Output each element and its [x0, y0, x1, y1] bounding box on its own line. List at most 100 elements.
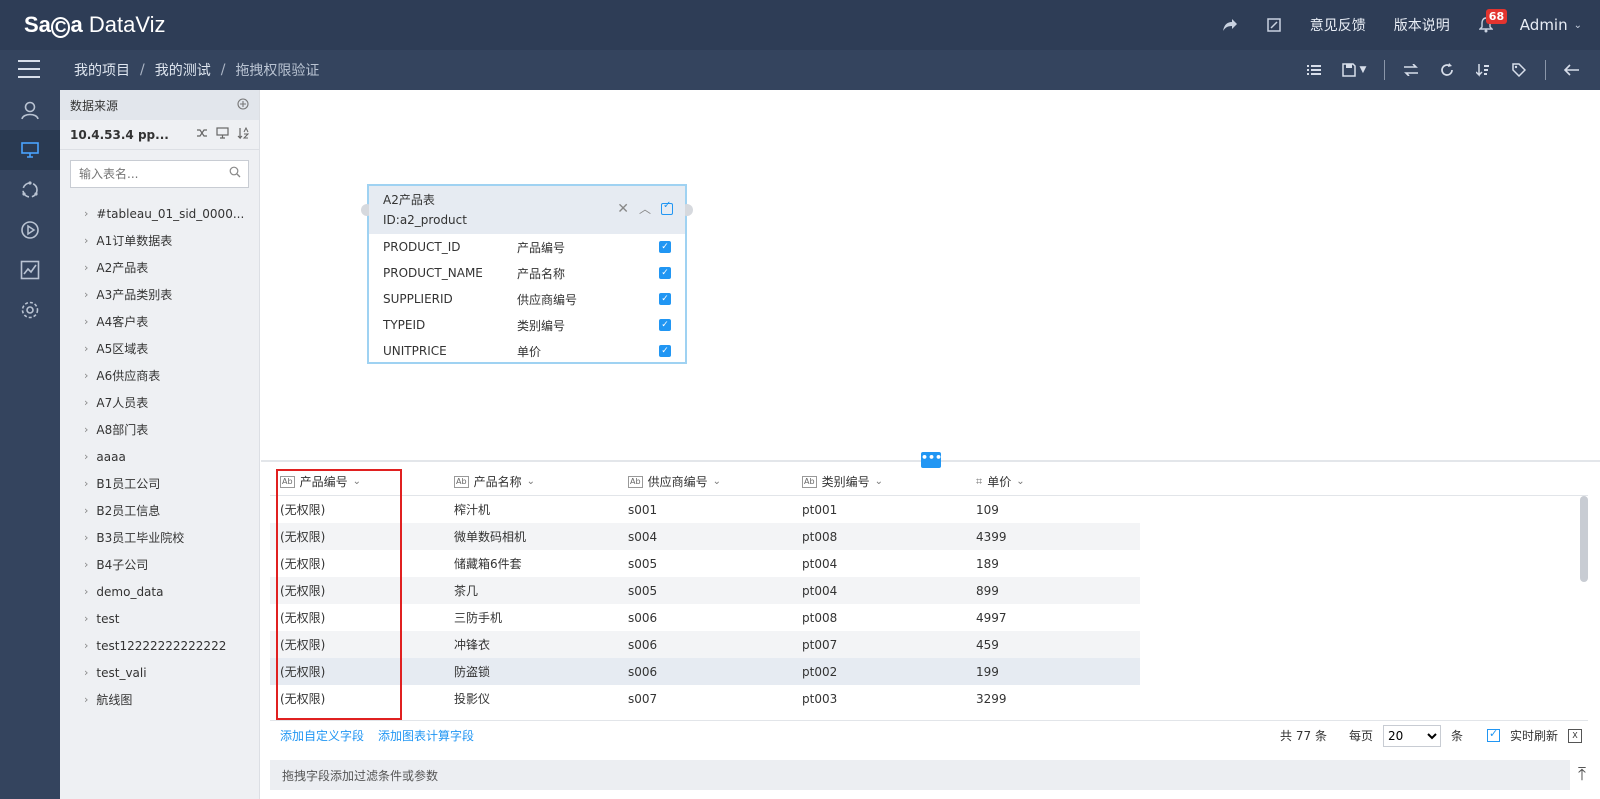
- monitor-icon[interactable]: [216, 127, 229, 142]
- cell: pt008: [802, 610, 838, 625]
- chevron-right-icon: ›: [84, 612, 89, 625]
- table-list-item[interactable]: › A7人员表: [60, 389, 259, 416]
- table-name: B3员工毕业院校: [96, 531, 185, 545]
- cell: 三防手机: [454, 611, 503, 625]
- field-checkbox[interactable]: ✓: [659, 345, 671, 357]
- model-canvas[interactable]: A2产品表 ID:a2_product ✕ ︿ PRODUCT_ID 产品编号 …: [261, 90, 1600, 460]
- table-list-item[interactable]: › test_vali: [60, 659, 259, 686]
- table-list-item[interactable]: › 航线图: [60, 686, 259, 713]
- breadcrumb-item-current: 拖拽权限验证: [235, 63, 320, 79]
- chevron-up-icon[interactable]: ︿: [639, 200, 651, 217]
- table-card[interactable]: A2产品表 ID:a2_product ✕ ︿ PRODUCT_ID 产品编号 …: [361, 184, 693, 364]
- nav-user-icon[interactable]: [0, 90, 60, 130]
- table-list-item[interactable]: › B2员工信息: [60, 497, 259, 524]
- nav-play-icon[interactable]: [0, 210, 60, 250]
- column-header[interactable]: ⌗ 单价 ⌄: [966, 473, 1140, 490]
- table-list-item[interactable]: › demo_data: [60, 578, 259, 605]
- field-checkbox[interactable]: ✓: [659, 241, 671, 253]
- text-type-icon: Ab: [454, 475, 469, 488]
- edit-icon[interactable]: [1252, 0, 1296, 50]
- save-icon[interactable]: ▼: [1332, 50, 1376, 90]
- per-page-select[interactable]: 20: [1382, 724, 1441, 747]
- cell: 189: [976, 556, 999, 571]
- sort-az-icon[interactable]: [237, 126, 250, 142]
- menu-icon[interactable]: [18, 60, 40, 80]
- nav-monitor-icon[interactable]: [0, 130, 60, 170]
- table-search-box: [70, 160, 249, 188]
- user-menu[interactable]: Admin ⌄: [1508, 16, 1600, 34]
- table-name: 航线图: [96, 693, 133, 707]
- search-icon[interactable]: [229, 166, 241, 182]
- swap-icon[interactable]: [1393, 50, 1429, 90]
- table-search-input[interactable]: [79, 167, 229, 181]
- notification-button[interactable]: 68: [1464, 0, 1508, 50]
- feedback-link[interactable]: 意见反馈: [1296, 15, 1380, 35]
- chevron-right-icon: ›: [84, 369, 89, 382]
- table-name: test_vali: [96, 665, 147, 680]
- nav-cycle-icon[interactable]: [0, 170, 60, 210]
- cell: s005: [628, 556, 658, 571]
- add-custom-field-link[interactable]: 添加自定义字段: [280, 727, 364, 744]
- column-header[interactable]: Ab 产品名称 ⌄: [444, 473, 618, 490]
- app-logo[interactable]: Sa Ca DataViz: [24, 12, 165, 38]
- user-name: Admin: [1519, 16, 1568, 34]
- table-name: B1员工公司: [96, 477, 161, 491]
- table-list-item[interactable]: › A4客户表: [60, 308, 259, 335]
- shuffle-icon[interactable]: [196, 127, 208, 142]
- table-list-item[interactable]: › B3员工毕业院校: [60, 524, 259, 551]
- table-list-item[interactable]: › B1员工公司: [60, 470, 259, 497]
- nav-settings-icon[interactable]: [0, 290, 60, 330]
- table-list-item[interactable]: › aaaa: [60, 443, 259, 470]
- collapse-up-icon[interactable]: ⤒: [1578, 764, 1586, 785]
- refresh-icon[interactable]: [1429, 50, 1465, 90]
- filter-drop-zone[interactable]: 拖拽字段添加过滤条件或参数: [270, 760, 1570, 790]
- release-notes-link[interactable]: 版本说明: [1380, 15, 1464, 35]
- table-list-item[interactable]: › A8部门表: [60, 416, 259, 443]
- breadcrumb: 我的项目 / 我的测试 / 拖拽权限验证: [74, 50, 319, 90]
- toolbar: ▼: [1296, 50, 1590, 90]
- select-all-checkbox[interactable]: [661, 200, 673, 215]
- field-checkbox[interactable]: ✓: [659, 267, 671, 279]
- export-excel-icon[interactable]: X: [1568, 728, 1582, 743]
- field-checkbox[interactable]: ✓: [659, 293, 671, 305]
- cell: s006: [628, 610, 658, 625]
- table-list-item[interactable]: › A2产品表: [60, 254, 259, 281]
- list-icon[interactable]: [1296, 50, 1332, 90]
- table-name: B2员工信息: [96, 504, 161, 518]
- field-name: PRODUCT_ID: [383, 240, 461, 254]
- table-list-item[interactable]: › A6供应商表: [60, 362, 259, 389]
- sort-icon[interactable]: [1465, 50, 1501, 90]
- cell: 冲锋衣: [454, 638, 491, 652]
- share-icon[interactable]: [1208, 0, 1252, 50]
- connection-row[interactable]: 10.4.53.4 pp...: [60, 120, 259, 150]
- field-name: SUPPLIERID: [383, 292, 453, 306]
- add-calc-field-link[interactable]: 添加图表计算字段: [378, 727, 474, 744]
- table-list-item[interactable]: › test: [60, 605, 259, 632]
- realtime-refresh-checkbox[interactable]: [1486, 727, 1500, 742]
- field-alias: 供应商编号: [517, 292, 578, 307]
- cell: pt004: [802, 556, 838, 571]
- table-list-item[interactable]: › A5区域表: [60, 335, 259, 362]
- column-header[interactable]: Ab 类别编号 ⌄: [792, 473, 966, 490]
- field-checkbox[interactable]: ✓: [659, 319, 671, 331]
- breadcrumb-item-project[interactable]: 我的项目: [74, 60, 130, 80]
- grid-footer: 添加自定义字段 添加图表计算字段 共 77 条 每页 20 条 实时刷新 X: [270, 720, 1588, 750]
- datasource-header: 数据来源: [60, 90, 259, 120]
- splitter-handle[interactable]: •••: [921, 452, 942, 468]
- close-icon[interactable]: ✕: [617, 201, 629, 217]
- add-circle-icon[interactable]: [237, 97, 249, 113]
- table-list-item[interactable]: › #tableau_01_sid_0000...: [60, 200, 259, 227]
- tag-icon[interactable]: [1501, 50, 1537, 90]
- breadcrumb-item-test[interactable]: 我的测试: [155, 60, 211, 80]
- back-arrow-icon[interactable]: [1554, 50, 1590, 90]
- grid-scrollbar[interactable]: [1580, 496, 1588, 582]
- table-list-item[interactable]: › A3产品类别表: [60, 281, 259, 308]
- breadcrumb-separator: /: [220, 62, 226, 78]
- field-row: TYPEID 类别编号 ✓: [369, 312, 685, 338]
- column-header[interactable]: Ab 供应商编号 ⌄: [618, 473, 792, 490]
- nav-chart-icon[interactable]: [0, 250, 60, 290]
- table-list-item[interactable]: › B4子公司: [60, 551, 259, 578]
- table-list-item[interactable]: › A1订单数据表: [60, 227, 259, 254]
- chevron-right-icon: ›: [84, 585, 89, 598]
- table-list-item[interactable]: › test12222222222222: [60, 632, 259, 659]
